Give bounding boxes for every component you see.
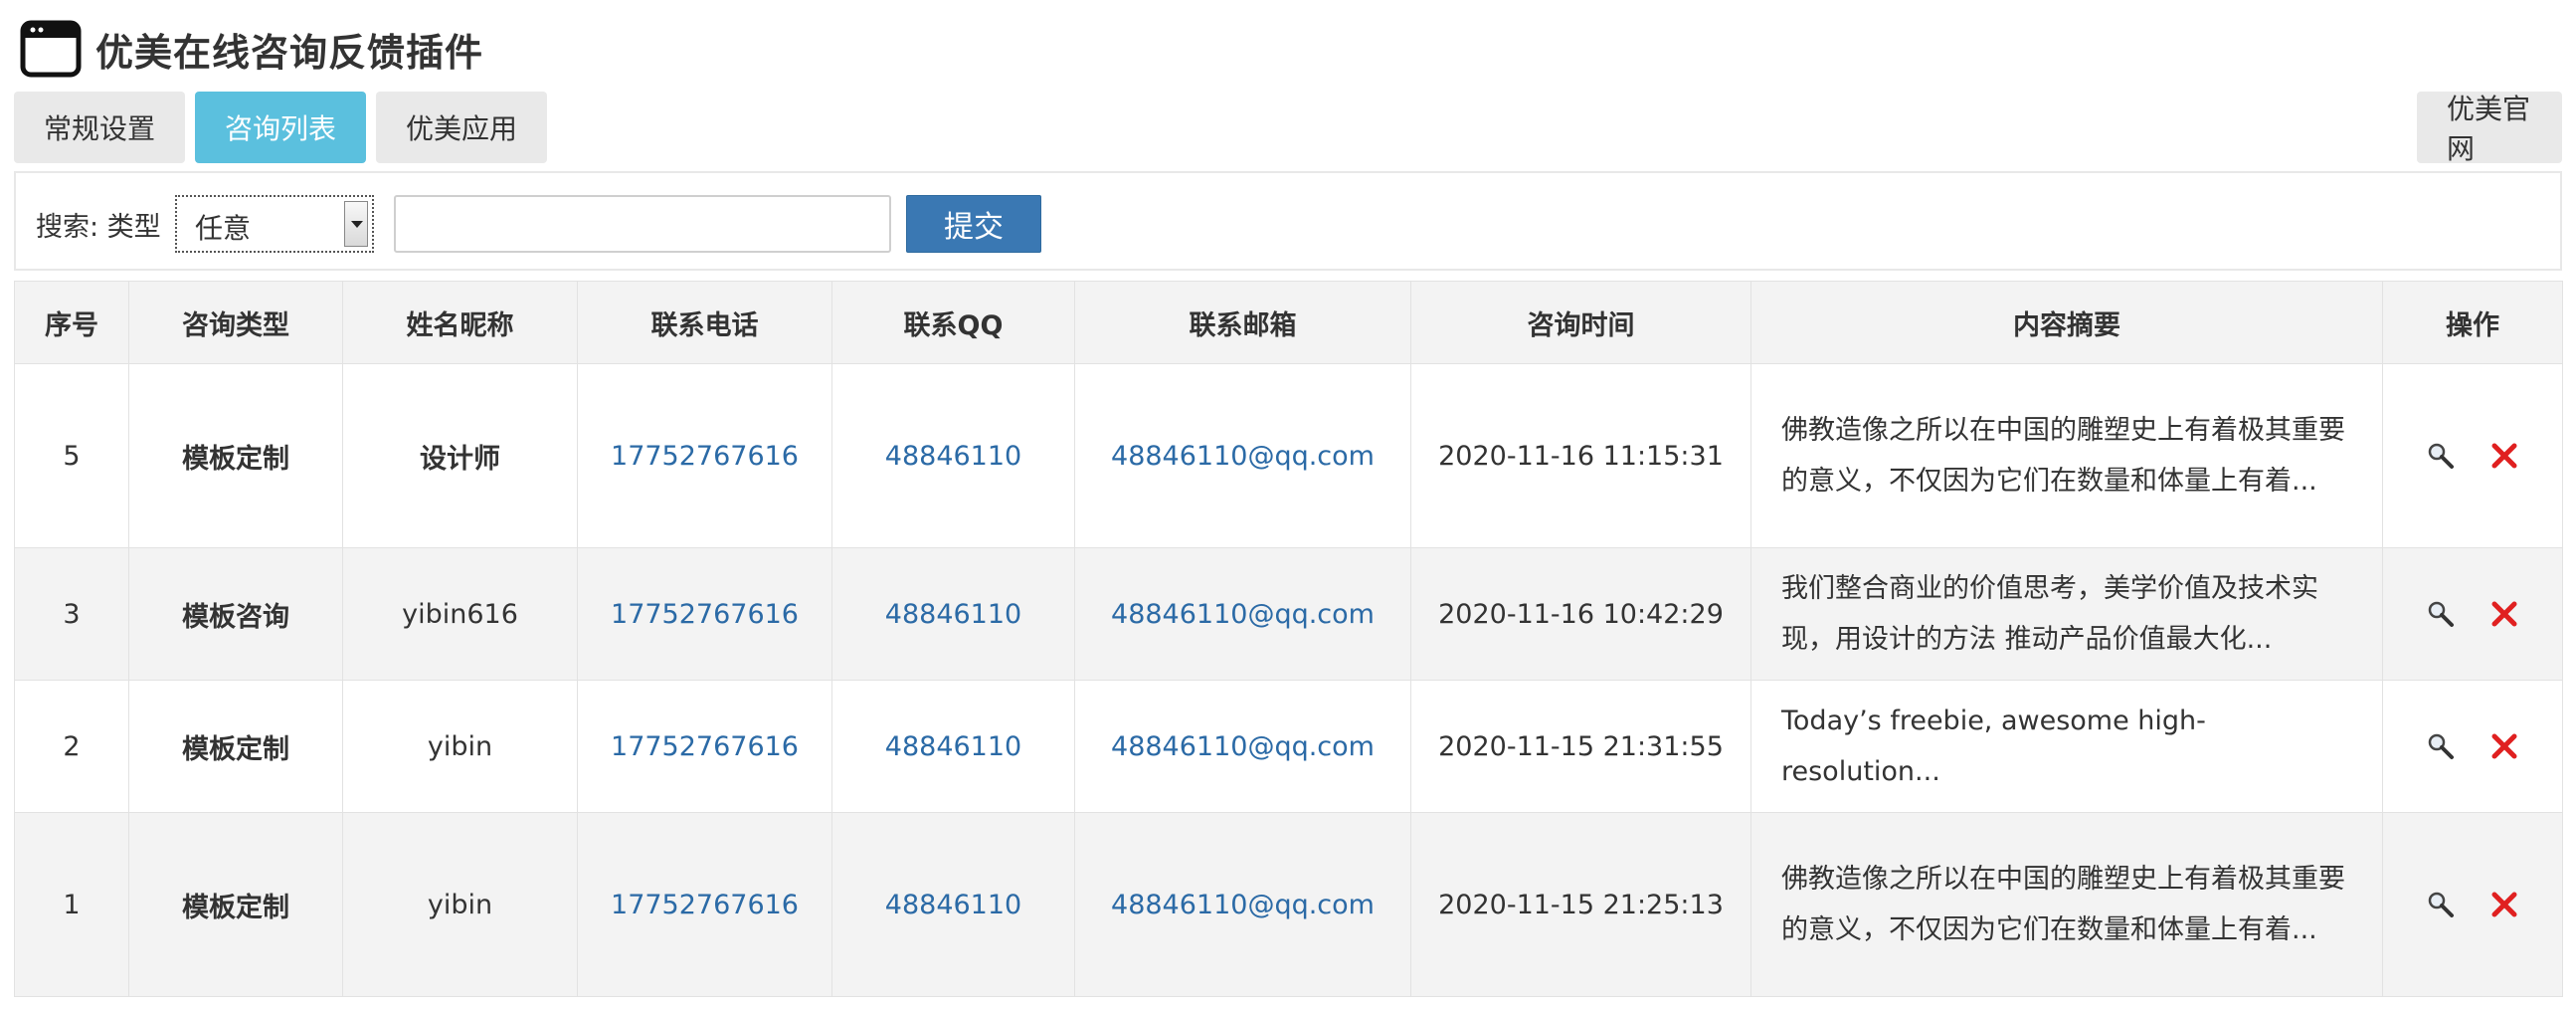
col-header-actions: 操作 [2382, 281, 2563, 364]
cell-name: 设计师 [342, 363, 578, 548]
cell-type: 模板咨询 [128, 547, 343, 681]
cell-id: 1 [14, 812, 129, 997]
cell-actions [2382, 812, 2563, 997]
cell-phone-link[interactable]: 17752767616 [577, 812, 832, 997]
tab-apps[interactable]: 优美应用 [376, 92, 547, 163]
submit-button[interactable]: 提交 [906, 195, 1041, 253]
cell-qq-link[interactable]: 48846110 [831, 680, 1075, 813]
search-label: 搜索: 类型 [36, 212, 161, 243]
col-header-id: 序号 [14, 281, 129, 364]
magnifier-icon[interactable] [2426, 441, 2456, 471]
search-input[interactable] [394, 195, 891, 253]
col-header-summary: 内容摘要 [1750, 281, 2383, 364]
delete-x-icon[interactable] [2489, 599, 2519, 629]
col-header-qq: 联系QQ [831, 281, 1075, 364]
cell-actions [2382, 680, 2563, 813]
cell-qq-link[interactable]: 48846110 [831, 363, 1075, 548]
cell-time: 2020-11-15 21:25:13 [1410, 812, 1751, 997]
inquiry-table-wrap: 序号 咨询类型 姓名昵称 联系电话 联系QQ 联系邮箱 咨询时间 内容摘要 操作… [14, 281, 2563, 997]
inquiry-table: 序号 咨询类型 姓名昵称 联系电话 联系QQ 联系邮箱 咨询时间 内容摘要 操作… [14, 281, 2563, 997]
official-site-button[interactable]: 优美官网 [2417, 92, 2562, 165]
cell-qq-link[interactable]: 48846110 [831, 812, 1075, 997]
type-select-value: 任意 [195, 212, 252, 245]
cell-actions [2382, 363, 2563, 548]
cell-email-link[interactable]: 48846110@qq.com [1074, 363, 1411, 548]
col-header-name: 姓名昵称 [342, 281, 578, 364]
cell-phone-link[interactable]: 17752767616 [577, 680, 832, 813]
cell-qq-link[interactable]: 48846110 [831, 547, 1075, 681]
cell-email-link[interactable]: 48846110@qq.com [1074, 547, 1411, 681]
delete-x-icon[interactable] [2489, 890, 2519, 919]
table-row: 5 模板定制 设计师 17752767616 48846110 48846110… [14, 363, 2563, 548]
search-panel: 搜索: 类型 任意 提交 [14, 171, 2562, 271]
cell-name: yibin [342, 680, 578, 813]
cell-phone-link[interactable]: 17752767616 [577, 363, 832, 548]
chevron-down-icon[interactable] [344, 201, 368, 247]
magnifier-icon[interactable] [2426, 599, 2456, 629]
magnifier-icon[interactable] [2426, 731, 2456, 761]
cell-email-link[interactable]: 48846110@qq.com [1074, 812, 1411, 997]
cell-id: 5 [14, 363, 129, 548]
delete-x-icon[interactable] [2489, 731, 2519, 761]
col-header-phone: 联系电话 [577, 281, 832, 364]
cell-email-link[interactable]: 48846110@qq.com [1074, 680, 1411, 813]
tab-inquiry-list[interactable]: 咨询列表 [195, 92, 366, 163]
cell-summary: Today’s freebie, awesome high-resolution… [1750, 680, 2383, 813]
cell-name: yibin616 [342, 547, 578, 681]
table-row: 3 模板咨询 yibin616 17752767616 48846110 488… [14, 547, 2563, 681]
plugin-page: 优美在线咨询反馈插件 常规设置 咨询列表 优美应用 优美官网 搜索: 类型 任意… [0, 0, 2576, 1009]
cell-summary: 我们整合商业的价值思考，美学价值及技术实现，用设计的方法 推动产品价值最大化..… [1750, 547, 2383, 681]
tab-general-settings[interactable]: 常规设置 [14, 92, 185, 163]
tab-bar: 常规设置 咨询列表 优美应用 [14, 92, 547, 163]
col-header-time: 咨询时间 [1410, 281, 1751, 364]
header: 优美在线咨询反馈插件 [20, 18, 483, 80]
cell-phone-link[interactable]: 17752767616 [577, 547, 832, 681]
cell-time: 2020-11-16 10:42:29 [1410, 547, 1751, 681]
col-header-type: 咨询类型 [128, 281, 343, 364]
cell-id: 3 [14, 547, 129, 681]
cell-type: 模板定制 [128, 812, 343, 997]
type-select[interactable]: 任意 [175, 195, 374, 253]
cell-type: 模板定制 [128, 680, 343, 813]
cell-summary: 佛教造像之所以在中国的雕塑史上有着极其重要的意义，不仅因为它们在数量和体量上有着… [1750, 812, 2383, 997]
table-row: 2 模板定制 yibin 17752767616 48846110 488461… [14, 680, 2563, 813]
cell-time: 2020-11-16 11:15:31 [1410, 363, 1751, 548]
col-header-email: 联系邮箱 [1074, 281, 1411, 364]
cell-actions [2382, 547, 2563, 681]
magnifier-icon[interactable] [2426, 890, 2456, 919]
cell-type: 模板定制 [128, 363, 343, 548]
cell-id: 2 [14, 680, 129, 813]
table-row: 1 模板定制 yibin 17752767616 48846110 488461… [14, 812, 2563, 997]
cell-summary: 佛教造像之所以在中国的雕塑史上有着极其重要的意义，不仅因为它们在数量和体量上有着… [1750, 363, 2383, 548]
cell-time: 2020-11-15 21:31:55 [1410, 680, 1751, 813]
cell-name: yibin [342, 812, 578, 997]
delete-x-icon[interactable] [2489, 441, 2519, 471]
window-icon [20, 20, 82, 78]
table-header-row: 序号 咨询类型 姓名昵称 联系电话 联系QQ 联系邮箱 咨询时间 内容摘要 操作 [14, 281, 2563, 364]
app-title: 优美在线咨询反馈插件 [95, 30, 484, 75]
